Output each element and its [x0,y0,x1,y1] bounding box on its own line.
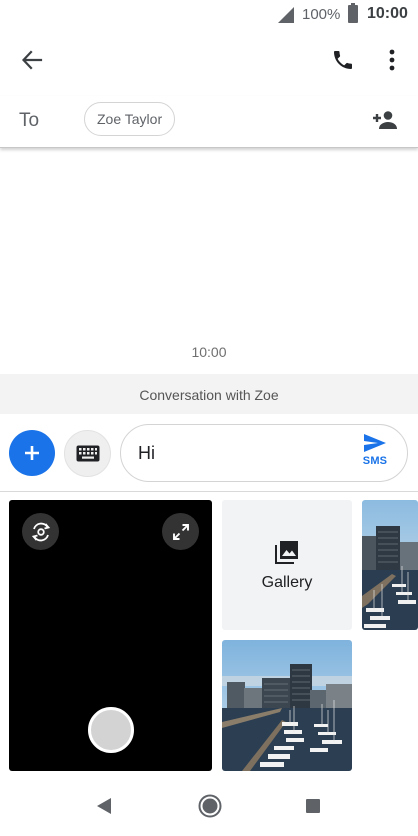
marina-photo [222,640,352,771]
switch-camera-button[interactable] [22,513,59,550]
gallery-icon [275,541,298,564]
message-timestamp: 10:00 [191,344,227,360]
gallery-photo-marina[interactable] [222,640,352,771]
add-recipient-button[interactable] [366,102,406,138]
back-arrow-icon [21,50,43,70]
nav-back-button[interactable] [88,788,120,824]
camera-preview[interactable] [9,500,212,771]
battery-icon [348,3,358,23]
app-bar [0,30,418,90]
more-vert-icon [389,49,395,71]
gallery-photo-harbor[interactable] [362,500,418,630]
nav-home-button[interactable] [193,788,227,824]
harbor-photo [362,500,418,630]
signal-icon [278,7,294,23]
add-person-icon [373,111,397,129]
home-circle-icon [198,794,222,818]
conversation-banner: Conversation with Zoe [0,374,418,414]
back-triangle-icon [97,798,111,814]
attach-button[interactable] [9,430,55,476]
back-button[interactable] [12,40,52,80]
status-bar: 100% 10:00 [0,0,418,30]
battery-percent: 100% [302,6,341,23]
message-input[interactable]: Hi SMS [120,424,408,482]
switch-camera-icon [31,522,50,541]
recipient-row: To Zoe Taylor [0,96,418,148]
phone-icon [334,51,352,69]
status-time: 10:00 [367,5,408,22]
recents-square-icon [306,799,320,813]
fullscreen-icon [172,523,189,540]
more-options-button[interactable] [372,40,412,80]
keyboard-button[interactable] [64,430,111,477]
keyboard-icon [76,445,99,462]
nav-recents-button[interactable] [297,788,329,824]
send-button[interactable]: SMS [357,433,393,475]
gallery-label: Gallery [261,574,313,591]
recipient-chip[interactable]: Zoe Taylor [84,102,176,136]
call-button[interactable] [323,40,363,80]
shutter-button[interactable] [88,707,134,753]
send-icon [364,434,386,452]
compose-bar: Hi SMS [0,414,418,492]
send-sms-label: SMS [362,455,388,467]
to-label: To [19,110,40,131]
navigation-bar [0,776,418,836]
fullscreen-button[interactable] [162,513,199,550]
message-text[interactable]: Hi [138,443,155,464]
plus-icon [25,446,39,460]
gallery-tile[interactable]: Gallery [222,500,352,630]
